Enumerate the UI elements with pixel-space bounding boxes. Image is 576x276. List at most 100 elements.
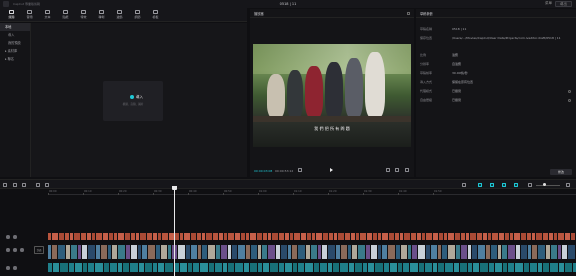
video-clip[interactable] xyxy=(418,245,426,259)
audio-clip[interactable] xyxy=(235,263,244,272)
sidebar-item-0[interactable]: 本地 xyxy=(0,23,30,31)
text-clip[interactable] xyxy=(338,233,345,240)
audio-clip[interactable] xyxy=(530,263,538,272)
sidebar-item-1[interactable]: 導入 xyxy=(0,31,30,39)
magnet-icon[interactable] xyxy=(478,183,482,187)
text-track[interactable] xyxy=(48,233,576,240)
video-clip[interactable] xyxy=(431,245,438,259)
lock-icon[interactable] xyxy=(6,248,10,252)
playhead[interactable] xyxy=(174,186,175,276)
text-clip[interactable] xyxy=(426,233,433,240)
lock-icon[interactable] xyxy=(6,235,10,239)
video-clip[interactable] xyxy=(161,245,168,259)
video-clip[interactable] xyxy=(491,245,498,259)
video-clip[interactable] xyxy=(328,245,336,259)
audio-clip[interactable] xyxy=(425,263,433,272)
audio-clip[interactable] xyxy=(180,263,188,272)
text-clip[interactable] xyxy=(140,233,147,240)
media-tool-5[interactable]: 轉場 xyxy=(93,10,110,19)
detail-info-icon[interactable] xyxy=(568,98,571,102)
sidebar-item-4[interactable]: ▸ 聯名 xyxy=(0,55,30,63)
media-tool-3[interactable]: 貼紙 xyxy=(57,10,74,19)
text-clip[interactable] xyxy=(272,233,279,240)
audio-clip[interactable] xyxy=(263,263,270,272)
delete-icon[interactable] xyxy=(45,183,49,187)
video-clip[interactable] xyxy=(478,245,486,259)
text-clip[interactable] xyxy=(250,233,257,240)
video-clip[interactable] xyxy=(388,245,396,259)
video-clip[interactable] xyxy=(71,245,78,259)
audio-clip[interactable] xyxy=(340,263,349,272)
audio-clip[interactable] xyxy=(250,263,258,272)
text-clip[interactable] xyxy=(52,233,59,240)
audio-clip[interactable] xyxy=(215,263,223,272)
zoom-slider-knob[interactable] xyxy=(543,183,546,186)
video-clip[interactable] xyxy=(58,245,66,259)
audio-clip[interactable] xyxy=(390,263,398,272)
video-clip[interactable] xyxy=(251,245,258,259)
player-menu-icon[interactable] xyxy=(407,12,410,15)
text-clip[interactable] xyxy=(404,233,411,240)
audio-clip[interactable] xyxy=(53,263,60,272)
text-clip[interactable] xyxy=(162,233,169,240)
audio-clip[interactable] xyxy=(158,263,165,272)
audio-clip[interactable] xyxy=(368,263,375,272)
split-icon[interactable] xyxy=(36,183,40,187)
audio-clip[interactable] xyxy=(410,263,419,272)
media-tool-6[interactable]: 濾鏡 xyxy=(111,10,128,19)
audio-clip[interactable] xyxy=(193,263,200,272)
cover-button[interactable]: 封面 xyxy=(34,246,44,254)
text-clip[interactable] xyxy=(558,233,565,240)
menu-button[interactable]: 菜單 xyxy=(545,1,552,6)
audio-clip[interactable] xyxy=(320,263,328,272)
import-dropzone[interactable]: 導入 視頻、音頻、圖片 xyxy=(103,81,163,121)
video-clip[interactable] xyxy=(311,245,318,259)
video-clip[interactable] xyxy=(178,245,186,259)
export-button[interactable]: 導出 xyxy=(555,1,572,7)
audio-clip[interactable] xyxy=(438,263,445,272)
video-clip[interactable] xyxy=(191,245,198,259)
audio-clip[interactable] xyxy=(95,263,104,272)
audio-clip[interactable] xyxy=(460,263,468,272)
video-clip[interactable] xyxy=(551,245,558,259)
eye-icon[interactable] xyxy=(13,248,17,252)
video-clip[interactable] xyxy=(118,245,126,259)
audio-clip[interactable] xyxy=(200,263,209,272)
eye-icon[interactable] xyxy=(13,235,17,239)
redo-icon[interactable] xyxy=(22,183,26,187)
audio-clip[interactable] xyxy=(508,263,515,272)
audio-clip[interactable] xyxy=(375,263,384,272)
audio-track[interactable] xyxy=(48,263,576,272)
text-clip[interactable] xyxy=(382,233,389,240)
ratio-icon[interactable] xyxy=(395,168,399,172)
text-clip[interactable] xyxy=(470,233,477,240)
audio-clip[interactable] xyxy=(565,263,573,272)
video-clip[interactable] xyxy=(538,245,546,259)
video-clip[interactable] xyxy=(521,245,528,259)
text-clip[interactable] xyxy=(492,233,499,240)
audio-clip[interactable] xyxy=(543,263,550,272)
video-clip[interactable] xyxy=(341,245,348,259)
video-clip[interactable] xyxy=(88,245,96,259)
snap-icon[interactable] xyxy=(514,183,518,187)
select-tool-icon[interactable] xyxy=(3,183,7,187)
video-clip[interactable] xyxy=(208,245,216,259)
undo-icon[interactable] xyxy=(13,183,17,187)
media-tool-1[interactable]: 音頻 xyxy=(21,10,38,19)
video-clip[interactable] xyxy=(131,245,138,259)
audio-clip[interactable] xyxy=(145,263,153,272)
mute-icon[interactable] xyxy=(20,248,24,252)
sidebar-item-2[interactable]: 我的預設 xyxy=(0,39,30,47)
audio-clip[interactable] xyxy=(403,263,410,272)
text-clip[interactable] xyxy=(294,233,301,240)
audio-clip[interactable] xyxy=(445,263,454,272)
video-clip[interactable] xyxy=(281,245,288,259)
video-clip[interactable] xyxy=(268,245,276,259)
sidebar-item-3[interactable]: ▸ 素材庫 xyxy=(0,47,30,55)
video-clip[interactable] xyxy=(401,245,408,259)
text-clip[interactable] xyxy=(96,233,103,240)
detail-info-icon[interactable] xyxy=(568,89,571,93)
audio-clip[interactable] xyxy=(480,263,489,272)
video-clip[interactable] xyxy=(371,245,378,259)
text-clip[interactable] xyxy=(184,233,191,240)
